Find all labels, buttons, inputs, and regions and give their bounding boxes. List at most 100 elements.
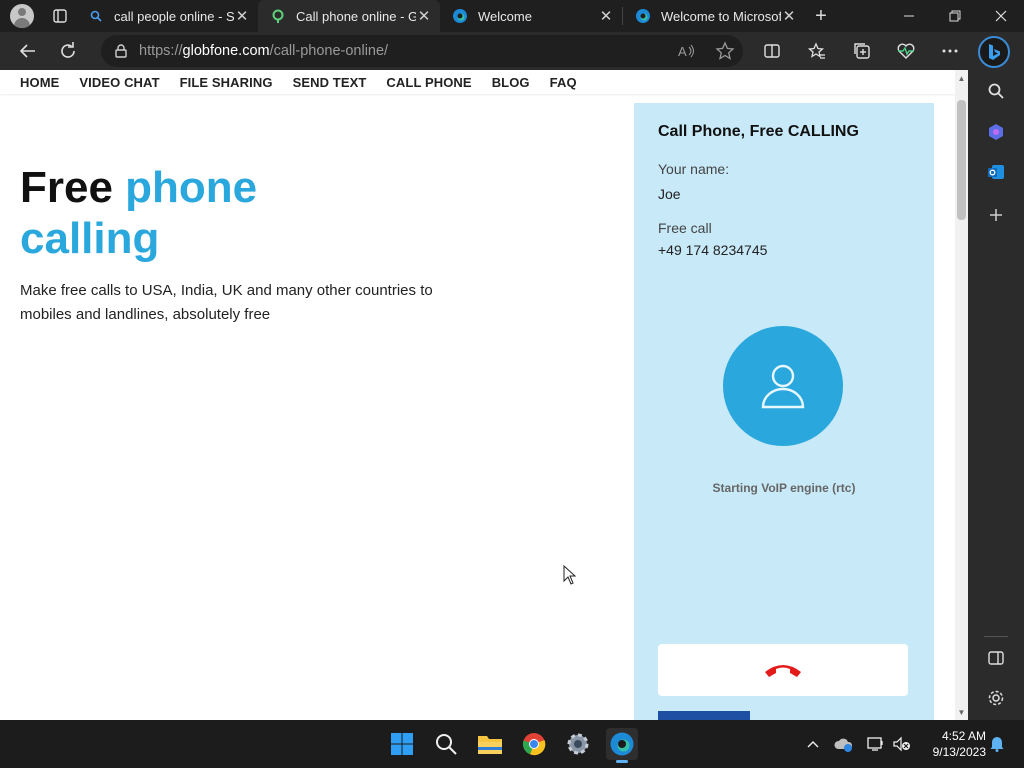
split-screen-icon <box>764 44 780 58</box>
sidebar-search-button[interactable] <box>984 79 1008 103</box>
windows-logo-icon <box>391 733 413 755</box>
hero-word-free: Free <box>20 163 126 212</box>
tab-title: Welcome to Microsoft <box>661 8 781 24</box>
avatar <box>10 4 34 28</box>
show-hidden-icons-button[interactable] <box>803 734 823 754</box>
close-window-button[interactable] <box>978 0 1024 32</box>
sidebar-designer-button[interactable] <box>984 120 1008 144</box>
chrome-icon <box>522 733 546 756</box>
hero-description: Make free calls to USA, India, UK and ma… <box>20 282 433 323</box>
scroll-up-arrow[interactable]: ▲ <box>957 74 966 84</box>
gear-icon <box>988 690 1004 706</box>
clock-time: 4:52 AM <box>941 729 986 743</box>
chevron-up-icon <box>807 741 819 748</box>
nav-faq[interactable]: FAQ <box>550 75 577 90</box>
edge-taskbar-button[interactable] <box>606 728 638 763</box>
clock-date: 9/13/2023 <box>932 745 986 759</box>
favorites-button[interactable] <box>797 33 837 69</box>
nav-video-chat[interactable]: VIDEO CHAT <box>79 75 159 90</box>
sidebar-add-button[interactable] <box>984 203 1008 227</box>
minimize-button[interactable] <box>886 0 932 32</box>
profile-button[interactable] <box>0 0 44 32</box>
close-icon <box>995 10 1007 22</box>
more-options-button[interactable] <box>930 33 970 69</box>
taskbar-search-button[interactable] <box>430 728 462 760</box>
refresh-button[interactable] <box>48 33 88 69</box>
designer-icon <box>989 124 1003 140</box>
address-actions: A <box>677 41 735 61</box>
scroll-thumb[interactable] <box>957 100 966 220</box>
favorite-star-icon[interactable] <box>715 41 735 61</box>
vertical-scrollbar[interactable]: ▲ ▼ <box>955 70 968 720</box>
nav-file-sharing[interactable]: FILE SHARING <box>180 75 273 90</box>
scroll-down-arrow[interactable]: ▼ <box>957 708 966 718</box>
volume-button[interactable] <box>892 734 912 754</box>
clock[interactable]: 4:52 AM 9/13/2023 <box>920 728 986 760</box>
onedrive-button[interactable] <box>834 734 854 754</box>
tab-search[interactable]: call people online - Se ✕ <box>76 0 258 32</box>
browser-essentials-button[interactable] <box>886 33 926 69</box>
panel-tab-strip[interactable] <box>658 711 750 720</box>
collections-button[interactable] <box>842 33 882 69</box>
nav-send-text[interactable]: SEND TEXT <box>293 75 367 90</box>
sidebar-hide-button[interactable] <box>984 646 1008 670</box>
url-text: https://globfone.com/call-phone-online/ <box>139 43 388 59</box>
start-button[interactable] <box>386 728 418 760</box>
back-button[interactable] <box>8 33 48 69</box>
hang-up-phone-icon <box>765 665 801 677</box>
edge-icon <box>610 732 634 756</box>
search-icon <box>988 83 1004 99</box>
tab-globfone[interactable]: Call phone online - Gl ✕ <box>258 0 440 32</box>
nav-home[interactable]: HOME <box>20 75 59 90</box>
notifications-button[interactable] <box>987 734 1007 754</box>
nav-blog[interactable]: BLOG <box>492 75 530 90</box>
sidebar-separator <box>984 636 1008 637</box>
search-icon <box>436 734 457 755</box>
close-icon[interactable]: ✕ <box>598 8 614 25</box>
free-call-label: Free call <box>658 220 712 236</box>
status-text: Starting VoIP engine (rtc) <box>712 481 856 495</box>
sidebar-outlook-button[interactable] <box>984 160 1008 184</box>
panel-title: Call Phone, Free CALLING <box>658 123 859 140</box>
url-prefix: https:// <box>139 43 183 59</box>
bing-copilot-button[interactable] <box>978 36 1010 68</box>
hang-up-button[interactable] <box>658 644 908 696</box>
tab-title: Welcome <box>478 8 532 24</box>
url-path: /call-phone-online/ <box>269 43 389 59</box>
tab-welcome-microsoft[interactable]: Welcome to Microsoft ✕ <box>623 0 805 32</box>
hero-word-calling: calling <box>20 214 160 263</box>
tab-welcome[interactable]: Welcome ✕ <box>440 0 622 32</box>
nav-call-phone[interactable]: CALL PHONE <box>386 75 471 90</box>
phone-number: +49 174 8234745 <box>658 242 768 258</box>
hero-heading: Free phone calling <box>20 162 420 264</box>
settings-app-button[interactable] <box>562 728 594 760</box>
file-explorer-button[interactable] <box>474 728 506 760</box>
split-screen-button[interactable] <box>752 33 792 69</box>
name-label: Your name: <box>658 161 730 177</box>
sidebar-panel-icon <box>988 651 1004 665</box>
lock-icon <box>115 44 127 58</box>
name-value: Joe <box>658 186 681 202</box>
call-panel: Call Phone, Free CALLING Your name: Joe … <box>634 103 934 720</box>
url-domain: globfone.com <box>182 43 270 59</box>
network-button[interactable] <box>866 734 886 754</box>
read-aloud-icon[interactable]: A <box>677 41 697 61</box>
close-icon[interactable]: ✕ <box>781 8 797 25</box>
close-icon[interactable]: ✕ <box>416 8 432 25</box>
user-icon <box>761 364 805 409</box>
collections-icon <box>854 43 870 59</box>
refresh-icon <box>61 42 75 58</box>
sidebar-settings-button[interactable] <box>984 686 1008 710</box>
site-nav: HOME VIDEO CHAT FILE SHARING SEND TEXT C… <box>0 70 955 94</box>
outlook-icon <box>988 165 1004 179</box>
tab-bar: call people online - Se ✕ Call phone onl… <box>0 0 1024 32</box>
gear-icon <box>567 733 589 755</box>
address-bar[interactable]: https://globfone.com/call-phone-online/ … <box>101 35 743 67</box>
bing-icon <box>989 44 1000 60</box>
tab-actions-button[interactable] <box>44 0 76 32</box>
close-icon[interactable]: ✕ <box>234 8 250 25</box>
restore-button[interactable] <box>932 0 978 32</box>
cloud-icon <box>834 738 853 752</box>
new-tab-button[interactable]: + <box>805 0 837 32</box>
chrome-button[interactable] <box>518 728 550 760</box>
